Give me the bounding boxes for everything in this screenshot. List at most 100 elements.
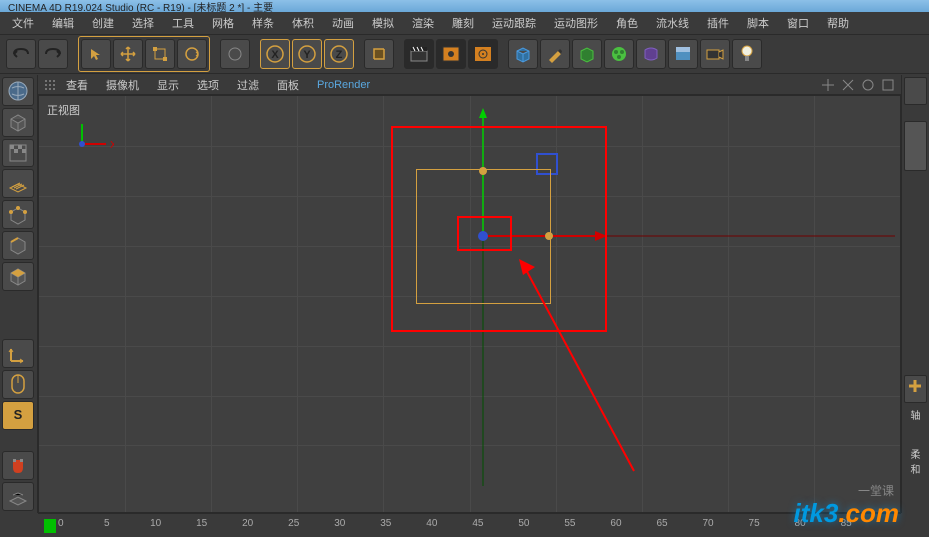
watermark-ext: .com [838, 498, 899, 528]
menu-render[interactable]: 渲染 [404, 13, 442, 33]
subdivision-button[interactable] [572, 39, 602, 69]
environment-button[interactable] [668, 39, 698, 69]
menu-mograph[interactable]: 运动图形 [546, 13, 606, 33]
x-axis-lock[interactable]: X [260, 39, 290, 69]
recent-tool[interactable] [220, 39, 250, 69]
vp-menu-prorender[interactable]: ProRender [309, 77, 378, 93]
tick-65: 65 [656, 518, 667, 529]
vp-menu-options[interactable]: 选项 [189, 75, 227, 95]
polygon-mode-button[interactable] [2, 262, 34, 291]
main-area: S 查看 摄像机 显示 选项 过滤 面板 ProRender 正视图 [0, 75, 929, 513]
playhead[interactable] [44, 519, 56, 533]
model-mode-button[interactable] [2, 108, 34, 137]
main-toolbar: X Y Z [0, 34, 929, 74]
menu-edit[interactable]: 编辑 [44, 13, 82, 33]
menu-plugins[interactable]: 插件 [699, 13, 737, 33]
rotate-tool[interactable] [177, 39, 207, 69]
transform-tools-group [78, 36, 210, 72]
watermark: itk3.com [794, 498, 900, 529]
vp-rotate-icon[interactable] [861, 78, 875, 92]
menu-select[interactable]: 选择 [124, 13, 162, 33]
menu-file[interactable]: 文件 [4, 13, 42, 33]
move-tool[interactable] [113, 39, 143, 69]
time-scale[interactable]: 0 5 10 15 20 25 30 35 40 45 50 55 60 65 … [58, 518, 895, 534]
point-mode-button[interactable] [2, 200, 34, 229]
render-view-button[interactable] [436, 39, 466, 69]
menu-spline[interactable]: 样条 [244, 13, 282, 33]
menu-pipeline[interactable]: 流水线 [648, 13, 697, 33]
generator-button[interactable] [604, 39, 634, 69]
texture-mode-button[interactable] [2, 139, 34, 168]
menu-animate[interactable]: 动画 [324, 13, 362, 33]
annotation-arrow [509, 251, 649, 481]
cube-primitive-button[interactable] [508, 39, 538, 69]
tick-0: 0 [58, 518, 64, 529]
menu-volume[interactable]: 体积 [284, 13, 322, 33]
menu-mesh[interactable]: 网格 [204, 13, 242, 33]
menu-character[interactable]: 角色 [608, 13, 646, 33]
magnet-button[interactable] [2, 451, 34, 480]
viewport-container: 查看 摄像机 显示 选项 过滤 面板 ProRender 正视图 [38, 75, 901, 513]
coord-system-button[interactable] [364, 39, 394, 69]
mouse-button[interactable] [2, 370, 34, 399]
title-text: CINEMA 4D R19.024 Studio (RC - R19) - [未… [8, 0, 273, 12]
vp-zoom-icon[interactable] [841, 78, 855, 92]
tick-30: 30 [334, 518, 345, 529]
make-editable-button[interactable] [2, 77, 34, 106]
light-button[interactable] [732, 39, 762, 69]
workplane-snap-button[interactable] [2, 482, 34, 511]
right-tool-1[interactable] [904, 121, 927, 171]
spline-pen-button[interactable] [540, 39, 570, 69]
camera-button[interactable] [700, 39, 730, 69]
menu-simulate[interactable]: 模拟 [364, 13, 402, 33]
workplane-button[interactable] [2, 169, 34, 198]
tick-10: 10 [150, 518, 161, 529]
snap-button[interactable]: S [2, 401, 34, 430]
tick-15: 15 [196, 518, 207, 529]
right-grip[interactable] [904, 77, 927, 105]
tick-75: 75 [749, 518, 760, 529]
tick-25: 25 [288, 518, 299, 529]
y-axis-lock[interactable]: Y [292, 39, 322, 69]
menu-script[interactable]: 脚本 [739, 13, 777, 33]
right-add-button[interactable] [904, 375, 927, 403]
menu-tools[interactable]: 工具 [164, 13, 202, 33]
vp-maximize-icon[interactable] [881, 78, 895, 92]
tick-70: 70 [702, 518, 713, 529]
annotation-rect-small [457, 216, 512, 251]
svg-text:X: X [271, 49, 279, 61]
watermark-subtitle: 一堂课 [858, 482, 894, 499]
main-menubar: 文件 编辑 创建 选择 工具 网格 样条 体积 动画 模拟 渲染 雕刻 运动跟踪… [0, 12, 929, 34]
edge-mode-button[interactable] [2, 231, 34, 260]
select-tool[interactable] [81, 39, 111, 69]
watermark-brand: itk3 [794, 498, 839, 528]
vp-menu-display[interactable]: 显示 [149, 75, 187, 95]
viewport-grip-icon[interactable] [44, 79, 56, 91]
vp-menu-panel[interactable]: 面板 [269, 75, 307, 95]
menu-sculpt[interactable]: 雕刻 [444, 13, 482, 33]
vp-menu-cameras[interactable]: 摄像机 [98, 75, 147, 95]
render-settings-button[interactable] [468, 39, 498, 69]
menu-help[interactable]: 帮助 [819, 13, 857, 33]
undo-button[interactable] [6, 39, 36, 69]
redo-button[interactable] [38, 39, 68, 69]
z-axis-lock[interactable]: Z [324, 39, 354, 69]
menu-window[interactable]: 窗口 [779, 13, 817, 33]
menu-create[interactable]: 创建 [84, 13, 122, 33]
right-label-soft: 柔和 [904, 444, 927, 478]
deformer-button[interactable] [636, 39, 666, 69]
clapperboard-button[interactable] [404, 39, 434, 69]
vp-menu-filter[interactable]: 过滤 [229, 75, 267, 95]
viewport-3d[interactable]: 正视图 [38, 95, 901, 513]
vp-pan-icon[interactable] [821, 78, 835, 92]
svg-text:S: S [14, 407, 23, 422]
viewport-nav-icons [821, 78, 895, 92]
svg-text:Z: Z [336, 49, 343, 61]
scale-tool[interactable] [145, 39, 175, 69]
tick-60: 60 [610, 518, 621, 529]
viewport-menubar: 查看 摄像机 显示 选项 过滤 面板 ProRender [38, 75, 901, 95]
menu-motiontrack[interactable]: 运动跟踪 [484, 13, 544, 33]
axis-button[interactable] [2, 339, 34, 368]
timeline[interactable]: 0 5 10 15 20 25 30 35 40 45 50 55 60 65 … [38, 513, 901, 537]
vp-menu-view[interactable]: 查看 [58, 75, 96, 95]
